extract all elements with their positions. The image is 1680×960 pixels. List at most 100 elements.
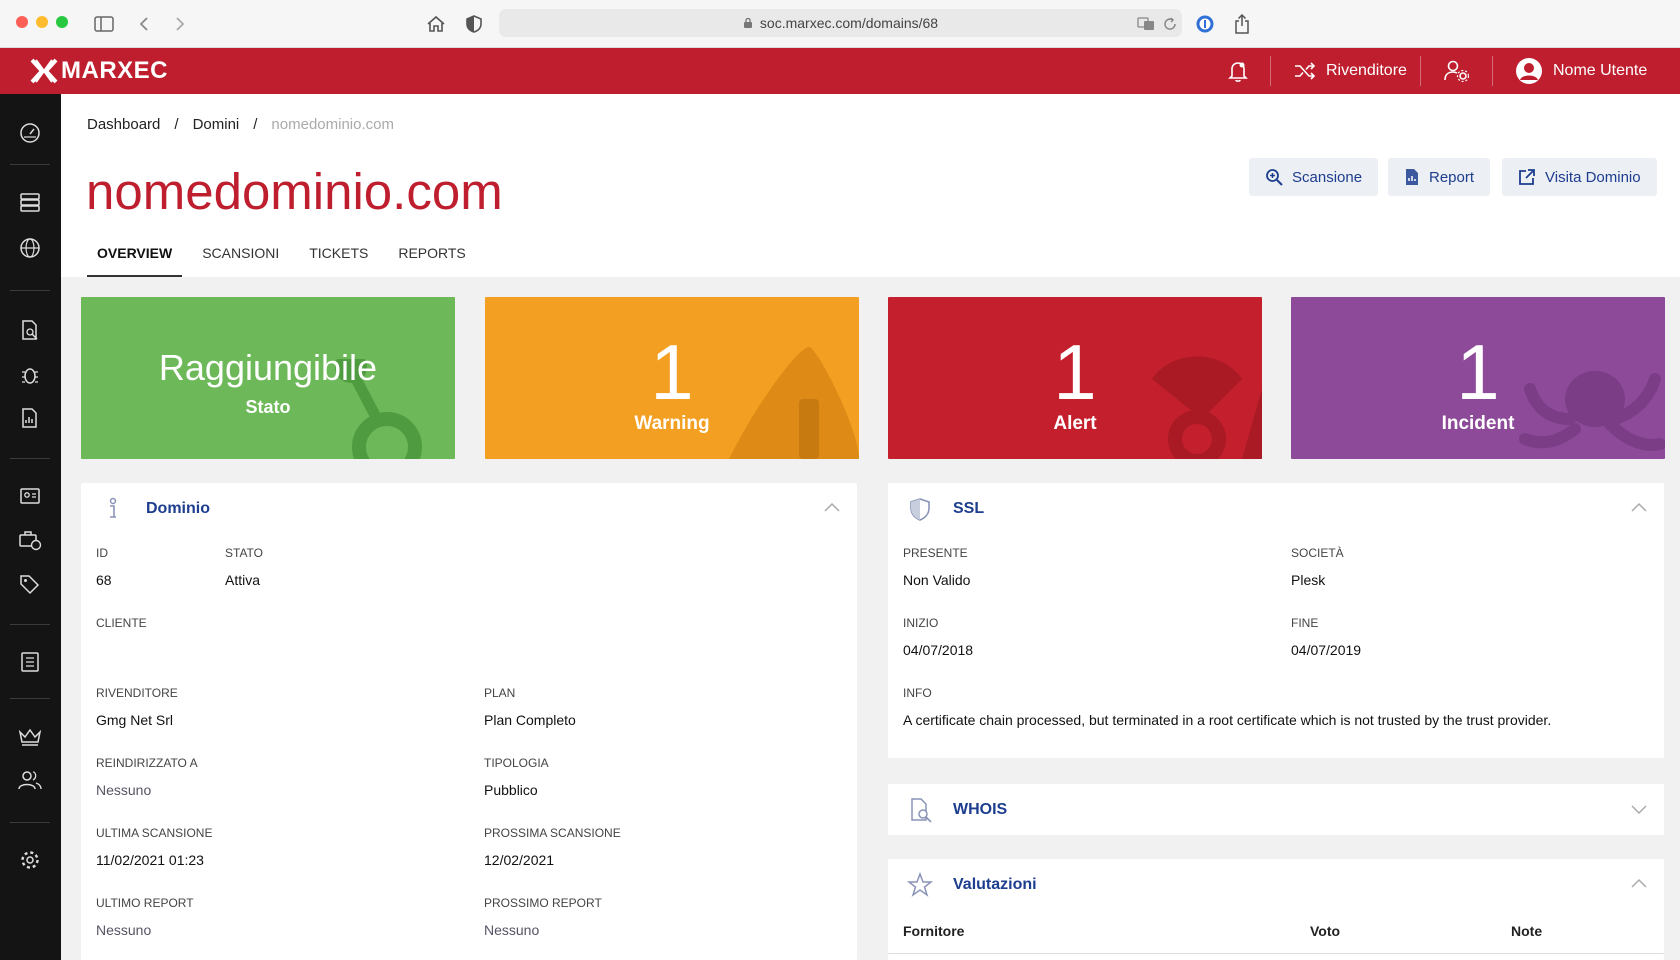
field-plan: PLAN Plan Completo (484, 686, 576, 728)
tabs: OVERVIEW SCANSIONI TICKETS REPORTS (87, 244, 486, 277)
tab-overview[interactable]: OVERVIEW (87, 244, 183, 277)
whois-panel: WHOIS (888, 784, 1664, 835)
alert-card[interactable]: 1 Alert (888, 297, 1262, 459)
column-header-note[interactable]: Note (1511, 923, 1542, 939)
reseller-label: Rivenditore (1326, 62, 1407, 79)
sidebar-users-icon[interactable] (16, 766, 44, 794)
status-value: Raggiungibile (158, 347, 378, 388)
external-link-icon (1519, 169, 1535, 185)
reload-icon[interactable] (1158, 12, 1182, 36)
incident-label: Incident (1441, 413, 1515, 434)
visit-domain-button[interactable]: Visita Dominio (1502, 158, 1657, 196)
marxec-logo[interactable]: MARXEC (30, 57, 168, 85)
sidebar-checklist-icon[interactable] (16, 648, 44, 676)
sidebar-dashboard-icon[interactable] (16, 119, 44, 147)
field-ultima-scansione: ULTIMA SCANSIONE 11/02/2021 01:23 (96, 826, 213, 868)
field-inizio: INIZIO 04/07/2018 (903, 616, 974, 658)
avatar (1516, 58, 1542, 84)
chevron-up-icon[interactable] (823, 499, 841, 517)
ssl-panel-header[interactable]: SSL (888, 483, 1664, 533)
whois-panel-header[interactable]: WHOIS (888, 784, 1664, 834)
report-label: Report (1429, 168, 1475, 186)
valutazioni-panel-header[interactable]: Valutazioni (888, 859, 1664, 909)
sidebar-tags-icon[interactable] (16, 570, 44, 598)
field-prossimo-report: PROSSIMO REPORT Nessuno (484, 896, 602, 938)
field-stato: STATO Attiva (225, 546, 264, 588)
star-icon (906, 871, 934, 897)
sidebar-settings-icon[interactable] (16, 846, 44, 874)
share-icon[interactable] (1230, 12, 1254, 36)
dominio-panel: Dominio ID 68 STATO Attiva CLIENTE RIVENDI… (81, 483, 857, 960)
back-icon[interactable] (132, 12, 156, 36)
home-icon[interactable] (424, 12, 448, 36)
user-settings-button[interactable] (1444, 48, 1470, 94)
ssl-panel-title: SSL (953, 500, 985, 517)
logo-text: MARXEC (61, 57, 169, 84)
ssl-panel: SSL PRESENTE Non Valido SOCIETÀ Plesk INIZ… (888, 483, 1664, 758)
whois-panel-title: WHOIS (953, 801, 1008, 818)
close-window-button[interactable] (16, 16, 28, 28)
user-menu-button[interactable]: Nome Utente (1515, 48, 1647, 94)
scan-button[interactable]: Scansione (1249, 158, 1379, 196)
warning-count: 1 (650, 328, 694, 416)
notifications-button[interactable] (1228, 48, 1248, 94)
app-topbar: MARXEC Rivenditore Nome Utente (0, 48, 1680, 94)
shield-privacy-icon[interactable] (462, 12, 486, 36)
sidebar-servers-icon[interactable] (16, 188, 44, 216)
sidebar (0, 94, 61, 960)
translate-icon[interactable] (1134, 12, 1158, 36)
url-text: soc.marxec.com/domains/68 (759, 15, 939, 31)
user-name: Nome Utente (1553, 62, 1648, 79)
column-header-fornitore[interactable]: Fornitore (903, 923, 964, 939)
tab-reports[interactable]: REPORTS (388, 244, 475, 277)
sidebar-globe-icon[interactable] (16, 234, 44, 262)
column-header-voto[interactable]: Voto (1310, 923, 1340, 939)
page-header: Dashboard / Domini / nomedominio.com nom… (61, 94, 1680, 277)
field-fine: FINE 04/07/2019 (1291, 616, 1362, 658)
tab-scansioni[interactable]: SCANSIONI (192, 244, 289, 277)
valutazioni-panel-title: Valutazioni (953, 876, 1037, 893)
field-reindirizzato: REINDIRIZZATO A Nessuno (96, 756, 198, 798)
file-chart-icon (1406, 169, 1418, 185)
address-bar[interactable]: soc.marxec.com/domains/68 (499, 9, 1182, 37)
sidebar-crown-icon[interactable] (16, 722, 44, 750)
sidebar-scan-icon[interactable] (16, 316, 44, 344)
breadcrumb-dashboard[interactable]: Dashboard (87, 116, 160, 133)
user-gear-icon (1444, 60, 1470, 82)
dominio-panel-header[interactable]: Dominio (81, 483, 857, 533)
table-divider (888, 953, 1664, 954)
dominio-panel-title: Dominio (146, 500, 210, 517)
breadcrumb-current: nomedominio.com (271, 116, 394, 133)
breadcrumb: Dashboard / Domini / nomedominio.com (87, 116, 394, 133)
browser-toolbar: soc.marxec.com/domains/68 (0, 0, 1680, 48)
incident-card[interactable]: 1 Incident (1291, 297, 1665, 459)
chevron-down-icon[interactable] (1630, 800, 1648, 818)
sidebar-briefcase-clock-icon[interactable] (16, 526, 44, 554)
field-prossima-scansione: PROSSIMA SCANSIONE 12/02/2021 (484, 826, 621, 868)
chevron-up-icon[interactable] (1630, 499, 1648, 517)
incident-count: 1 (1456, 328, 1500, 416)
breadcrumb-separator: / (253, 116, 258, 133)
minimize-window-button[interactable] (36, 16, 48, 28)
sidebar-bug-icon[interactable] (16, 360, 44, 388)
password-manager-icon[interactable] (1193, 12, 1217, 36)
alert-count: 1 (1053, 328, 1097, 416)
reseller-switch-button[interactable]: Rivenditore (1294, 48, 1407, 94)
sidebar-contacts-icon[interactable] (16, 482, 44, 510)
alert-label: Alert (1053, 413, 1097, 434)
scan-label: Scansione (1292, 168, 1363, 186)
search-document-icon (911, 798, 932, 823)
breadcrumb-domini[interactable]: Domini (193, 116, 240, 133)
forward-icon[interactable] (168, 12, 192, 36)
chevron-up-icon[interactable] (1630, 875, 1648, 893)
sidebar-toggle-icon[interactable] (92, 12, 116, 36)
shield-icon (910, 498, 930, 521)
zoom-window-button[interactable] (56, 16, 68, 28)
tab-tickets[interactable]: TICKETS (299, 244, 378, 277)
status-card[interactable]: Raggiungibile Stato (81, 297, 455, 459)
sidebar-report-icon[interactable] (16, 404, 44, 432)
report-button[interactable]: Report (1388, 158, 1491, 196)
shuffle-icon (1295, 62, 1316, 80)
warning-card[interactable]: 1 Warning (485, 297, 859, 459)
warning-label: Warning (634, 413, 710, 434)
